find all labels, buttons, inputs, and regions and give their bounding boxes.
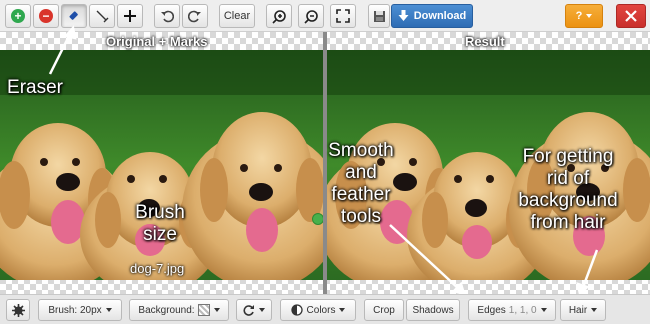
add-mark-button[interactable]: + bbox=[5, 4, 31, 28]
eraser-icon bbox=[69, 11, 78, 20]
help-label: ? bbox=[575, 10, 583, 22]
fit-screen-icon bbox=[336, 9, 350, 23]
shadows-button[interactable]: Shadows bbox=[406, 299, 460, 321]
close-button[interactable] bbox=[616, 4, 646, 28]
chevron-down-icon bbox=[213, 308, 220, 312]
download-button[interactable]: Download bbox=[391, 4, 473, 28]
rotate-dropdown[interactable] bbox=[236, 299, 272, 321]
clear-button[interactable]: Clear bbox=[219, 4, 255, 28]
background-dropdown[interactable]: Background: bbox=[129, 299, 229, 321]
save-button[interactable] bbox=[368, 4, 390, 28]
move-button[interactable] bbox=[117, 4, 143, 28]
hair-dropdown[interactable]: Hair bbox=[560, 299, 606, 321]
edges-dropdown[interactable]: Edges 1, 1, 0 bbox=[468, 299, 556, 321]
colors-dropdown[interactable]: Colors bbox=[280, 299, 356, 321]
brush-size-dropdown[interactable]: Brush: 20px bbox=[38, 299, 122, 321]
close-icon bbox=[625, 10, 637, 22]
zoom-in-button[interactable] bbox=[266, 4, 292, 28]
clear-label: Clear bbox=[223, 10, 251, 22]
brush-button[interactable] bbox=[89, 4, 115, 28]
move-icon bbox=[124, 10, 136, 22]
brush-size-annotation: Brush size bbox=[135, 202, 185, 245]
eraser-annotation: Eraser bbox=[7, 77, 63, 98]
fit-screen-button[interactable] bbox=[330, 4, 356, 28]
rotate-icon bbox=[243, 305, 254, 316]
hair-annotation: For getting rid of background from hair bbox=[518, 146, 618, 233]
download-icon bbox=[398, 10, 409, 21]
download-label: Download bbox=[413, 10, 467, 22]
eraser-button[interactable] bbox=[61, 4, 87, 28]
contrast-icon bbox=[290, 304, 303, 316]
help-button[interactable]: ? bbox=[565, 4, 603, 28]
shadows-label: Shadows bbox=[412, 304, 454, 316]
brush-icon bbox=[96, 10, 109, 23]
original-pane-label: Original + Marks bbox=[106, 34, 208, 49]
background-label: Background: bbox=[138, 304, 195, 316]
save-icon bbox=[373, 10, 385, 22]
settings-button[interactable] bbox=[6, 299, 30, 321]
edges-label: Edges bbox=[477, 304, 506, 316]
file-name: dog-7.jpg bbox=[130, 261, 185, 276]
zoom-out-button[interactable] bbox=[298, 4, 324, 28]
minus-circle-icon: − bbox=[39, 9, 53, 23]
brush-size-label: Brush: 20px bbox=[48, 304, 102, 316]
colors-label: Colors bbox=[306, 304, 336, 316]
chevron-down-icon bbox=[105, 308, 112, 312]
bottom-toolbar: Brush: 20px Background: Colors Crop Shad… bbox=[0, 294, 650, 324]
remove-mark-button[interactable]: − bbox=[33, 4, 59, 28]
redo-button[interactable] bbox=[182, 4, 208, 28]
edges-values: 1, 1, 0 bbox=[508, 304, 537, 316]
redo-icon bbox=[188, 10, 201, 23]
crop-label: Crop bbox=[373, 304, 395, 316]
undo-icon bbox=[161, 10, 174, 23]
chevron-down-icon bbox=[540, 308, 547, 312]
plus-circle-icon: + bbox=[11, 9, 25, 23]
chevron-down-icon bbox=[591, 308, 598, 312]
gear-icon bbox=[11, 303, 25, 317]
zoom-in-icon bbox=[271, 9, 286, 24]
chevron-down-icon bbox=[259, 308, 265, 312]
background-swatch bbox=[197, 304, 210, 316]
top-toolbar: + − Clear Download ? bbox=[0, 0, 650, 32]
undo-button[interactable] bbox=[154, 4, 180, 28]
crop-button[interactable]: Crop bbox=[364, 299, 404, 321]
chevron-down-icon bbox=[586, 14, 593, 18]
chevron-down-icon bbox=[339, 308, 346, 312]
result-pane-label: Result bbox=[465, 34, 505, 49]
zoom-out-icon bbox=[303, 9, 318, 24]
hair-label: Hair bbox=[568, 304, 588, 316]
smooth-feather-annotation: Smooth and feather tools bbox=[328, 140, 394, 227]
